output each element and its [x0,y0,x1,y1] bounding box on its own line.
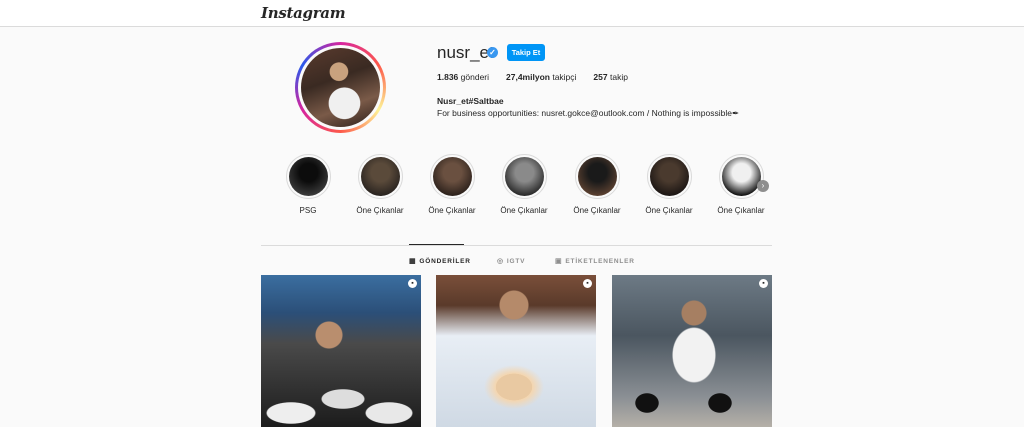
highlight-cover [577,157,617,196]
profile-avatar[interactable] [295,42,386,133]
highlight-item[interactable]: Öne Çıkanlar [639,154,699,215]
chevron-right-icon[interactable]: › [757,180,769,192]
highlight-label: Öne Çıkanlar [356,206,404,215]
avatar-image [301,48,380,127]
highlight-label: PSG [299,206,317,215]
highlight-item[interactable]: PSG [278,154,338,215]
carousel-icon: ▪ [408,279,417,288]
profile-full-name: Nusr_et#Saltbae [437,96,504,106]
highlight-cover [649,157,689,196]
posts-count: 1.836 gönderi [437,72,490,82]
highlight-label: Öne Çıkanlar [645,206,693,215]
highlight-label: Öne Çıkanlar [717,206,765,215]
follow-button[interactable]: Takip Et [507,44,545,61]
highlight-label: Öne Çıkanlar [500,206,548,215]
highlight-label: Öne Çıkanlar [573,206,621,215]
following-count[interactable]: 257 takip [593,72,628,82]
highlight-cover [721,157,761,196]
verified-badge-icon: ✓ [487,47,498,58]
highlight-cover [504,157,544,196]
highlight-item[interactable]: Öne Çıkanlar [422,154,482,215]
highlight-cover [288,157,328,196]
top-navigation-bar: Instagram [0,0,1024,27]
post-thumbnail[interactable]: ▪ [612,275,772,427]
igtv-icon: ◎ [497,258,504,265]
highlight-item[interactable]: Öne Çıkanlar [567,154,627,215]
highlight-label: Öne Çıkanlar [428,206,476,215]
tab-igtv[interactable]: ◎ IGTV [497,257,525,266]
carousel-icon: ▪ [583,279,592,288]
grid-icon: ▦ [409,258,417,265]
tabs-divider [261,245,772,246]
highlight-cover [360,157,400,196]
instagram-logo[interactable]: Instagram [261,4,346,22]
highlight-cover [432,157,472,196]
post-thumbnail[interactable]: ▪ [436,275,596,427]
profile-username: nusr_et [437,43,494,62]
active-tab-indicator [409,244,464,245]
followers-count[interactable]: 27,4milyon takipçi [506,72,576,82]
tagged-icon: ▣ [555,258,563,265]
carousel-icon: ▪ [759,279,768,288]
highlight-item[interactable]: Öne Çıkanlar [494,154,554,215]
highlight-item[interactable]: Öne Çıkanlar [350,154,410,215]
tab-posts[interactable]: ▦ GÖNDERİLER [409,257,471,266]
tab-tagged[interactable]: ▣ ETİKETLENENLER [555,257,635,266]
profile-stats: 1.836 gönderi 27,4milyon takipçi 257 tak… [437,72,645,82]
post-thumbnail[interactable]: ▪ [261,275,421,427]
profile-bio: For business opportunities: nusret.gokce… [437,108,740,118]
